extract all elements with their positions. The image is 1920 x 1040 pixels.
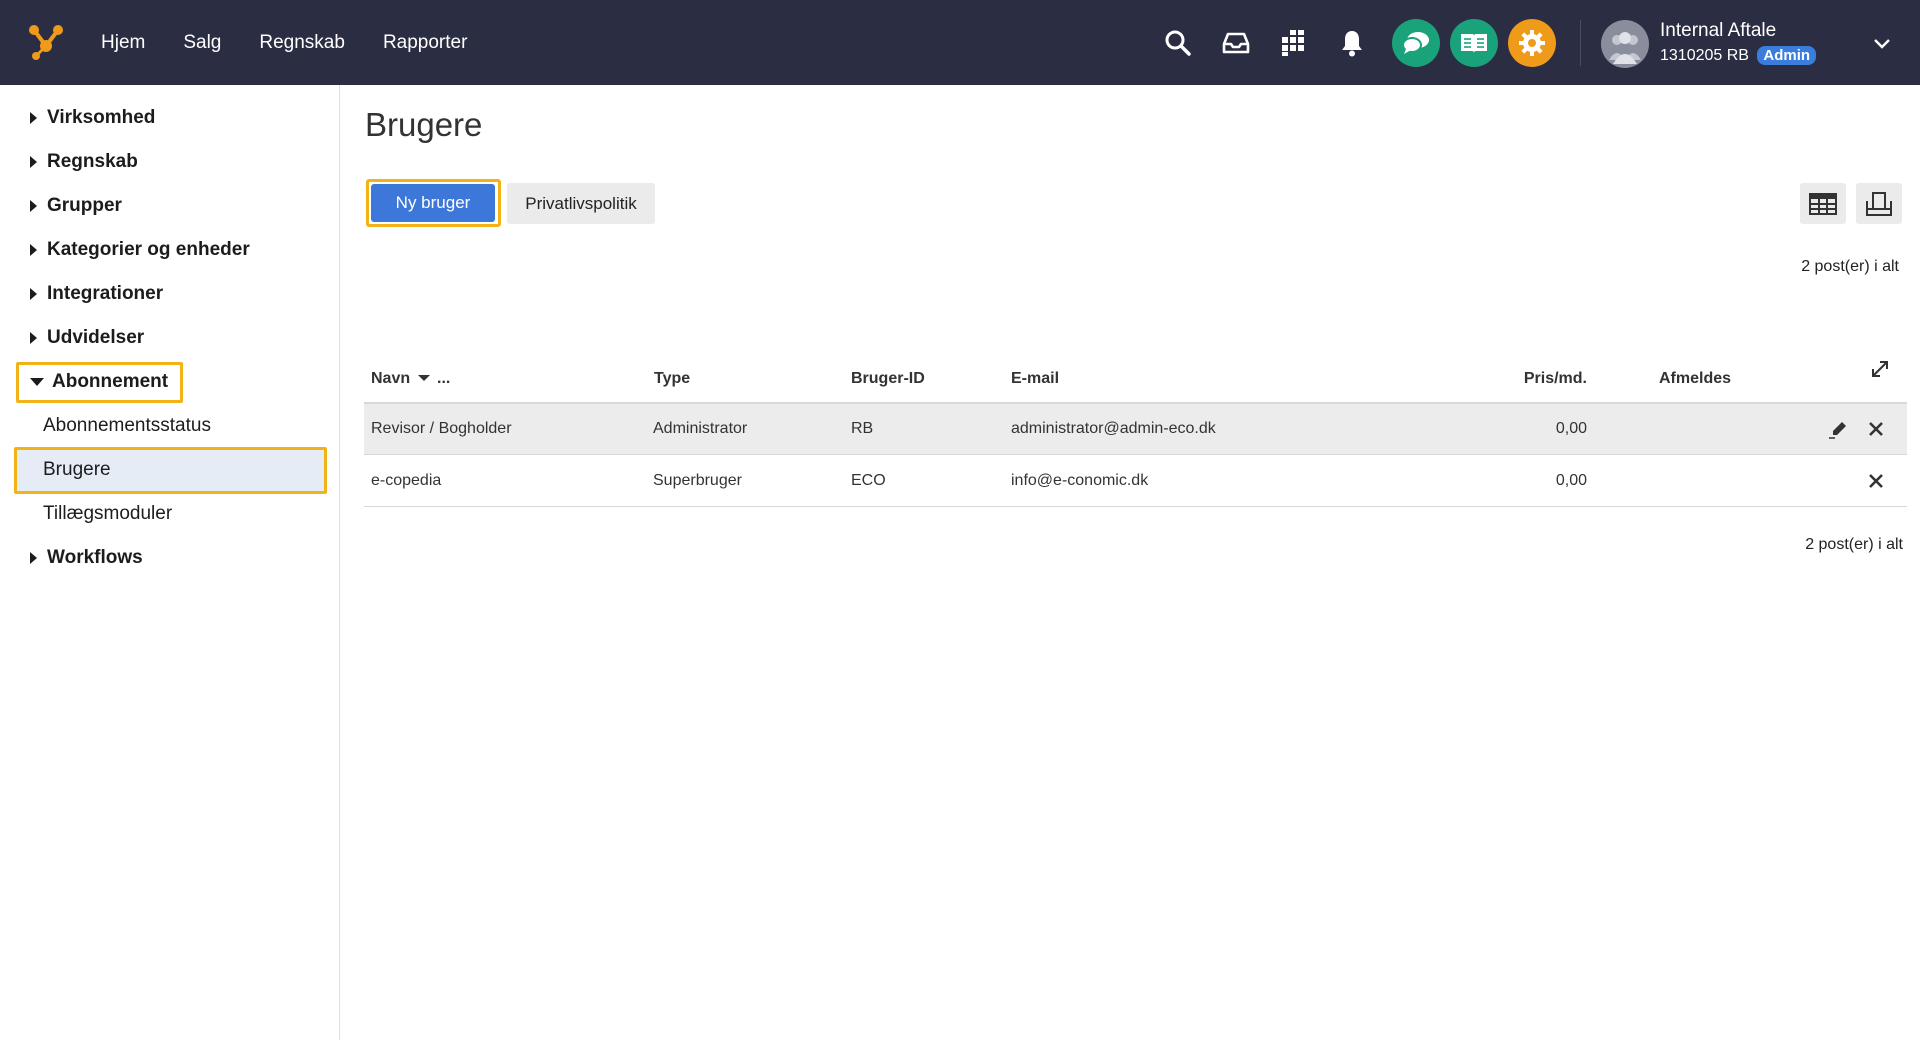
record-count-top: 2 post(er) i alt bbox=[1801, 258, 1899, 275]
app-logo-icon[interactable] bbox=[26, 22, 66, 62]
sidebar-item-label: Abonnement bbox=[52, 371, 169, 392]
caret-right-icon bbox=[30, 112, 37, 124]
caret-right-icon bbox=[30, 200, 37, 212]
gear-icon[interactable] bbox=[1508, 18, 1556, 67]
caret-right-icon bbox=[30, 552, 37, 564]
sidebar-item-label: Udvidelser bbox=[47, 327, 145, 348]
sidebar-item-grupper[interactable]: Grupper bbox=[30, 195, 122, 217]
sidebar-item-abonnement[interactable]: Abonnement bbox=[30, 371, 168, 393]
page-title: Brugere bbox=[365, 106, 483, 143]
cell-email: administrator@admin-eco.dk bbox=[1011, 420, 1216, 437]
sidebar-item-regnskab[interactable]: Regnskab bbox=[30, 151, 138, 173]
column-header-name-label: Navn bbox=[371, 370, 411, 387]
edit-icon[interactable] bbox=[1828, 418, 1850, 440]
sidebar-item-label: Workflows bbox=[47, 547, 143, 568]
inbox-icon[interactable] bbox=[1218, 25, 1254, 61]
sidebar-subitem-abonnementsstatus[interactable]: Abonnementsstatus bbox=[43, 415, 211, 437]
column-header-email[interactable]: E-mail bbox=[1011, 370, 1059, 388]
caret-right-icon bbox=[30, 288, 37, 300]
sidebar: Virksomhed Regnskab Grupper Kategorier o… bbox=[0, 85, 340, 1040]
sidebar-item-workflows[interactable]: Workflows bbox=[30, 547, 143, 569]
column-header-user-id[interactable]: Bruger-ID bbox=[851, 370, 925, 388]
expand-icon[interactable] bbox=[1869, 358, 1891, 385]
cell-name: Revisor / Bogholder bbox=[371, 420, 512, 437]
apps-icon[interactable] bbox=[1276, 25, 1312, 61]
privacy-policy-button[interactable]: Privatlivspolitik bbox=[507, 183, 655, 224]
record-count-bottom: 2 post(er) i alt bbox=[1805, 536, 1903, 553]
topbar-divider bbox=[1580, 20, 1581, 66]
column-header-price[interactable]: Pris/md. bbox=[1487, 370, 1587, 388]
sidebar-item-label: Grupper bbox=[47, 195, 122, 216]
bell-icon[interactable] bbox=[1334, 25, 1370, 61]
column-header-name[interactable]: Navn ... bbox=[371, 370, 450, 388]
table-view-icon[interactable] bbox=[1800, 183, 1846, 224]
top-bar: Hjem Salg Regnskab Rapporter Internal Af… bbox=[0, 0, 1920, 85]
chat-icon[interactable] bbox=[1392, 18, 1440, 67]
sidebar-item-kategorier[interactable]: Kategorier og enheder bbox=[30, 239, 250, 261]
sort-down-icon bbox=[417, 375, 430, 381]
nav-regnskab[interactable]: Regnskab bbox=[259, 32, 345, 54]
caret-down-icon bbox=[30, 378, 44, 386]
cell-user-id: ECO bbox=[851, 472, 886, 489]
chevron-down-icon[interactable] bbox=[1870, 32, 1894, 56]
nav-rapporter[interactable]: Rapporter bbox=[383, 32, 468, 54]
main-nav: Hjem Salg Regnskab Rapporter bbox=[86, 0, 505, 85]
user-id-text: 1310205 RB bbox=[1660, 47, 1749, 64]
sidebar-item-label: Kategorier og enheder bbox=[47, 239, 250, 260]
sidebar-subitem-brugere[interactable]: Brugere bbox=[43, 459, 111, 481]
book-icon[interactable] bbox=[1450, 18, 1498, 67]
cell-name: e-copedia bbox=[371, 472, 442, 489]
cell-price: 0,00 bbox=[1555, 420, 1587, 437]
user-name[interactable]: Internal Aftale bbox=[1660, 20, 1776, 42]
avatar[interactable] bbox=[1601, 20, 1649, 68]
cell-type: Superbruger bbox=[653, 472, 742, 489]
table-row[interactable]: e-copedia Superbruger ECO info@e-conomic… bbox=[364, 456, 1907, 507]
export-icon[interactable] bbox=[1856, 183, 1902, 224]
column-options-ellipsis[interactable]: ... bbox=[437, 370, 450, 387]
table-header: Navn ... Type Bruger-ID E-mail Pris/md. … bbox=[364, 361, 1907, 404]
sidebar-subitem-tillaegsmoduler[interactable]: Tillægsmoduler bbox=[43, 503, 172, 525]
cell-email: info@e-conomic.dk bbox=[1011, 472, 1149, 489]
cell-type: Administrator bbox=[653, 420, 748, 437]
new-user-button[interactable]: Ny bruger bbox=[371, 184, 495, 222]
user-id[interactable]: 1310205 RB Admin bbox=[1660, 46, 1817, 65]
caret-right-icon bbox=[30, 332, 37, 344]
sidebar-item-label: Integrationer bbox=[47, 283, 164, 304]
nav-salg[interactable]: Salg bbox=[183, 32, 221, 54]
column-header-unsubscribe[interactable]: Afmeldes bbox=[1659, 370, 1731, 388]
sidebar-item-integrationer[interactable]: Integrationer bbox=[30, 283, 163, 305]
admin-badge: Admin bbox=[1757, 46, 1817, 65]
sidebar-item-virksomhed[interactable]: Virksomhed bbox=[30, 107, 155, 129]
cell-user-id: RB bbox=[851, 420, 874, 437]
sidebar-item-label: Virksomhed bbox=[47, 107, 156, 128]
search-icon[interactable] bbox=[1160, 25, 1196, 61]
top-icons bbox=[1160, 0, 1566, 85]
cell-price: 0,00 bbox=[1555, 472, 1587, 489]
nav-hjem[interactable]: Hjem bbox=[101, 32, 145, 54]
delete-icon[interactable] bbox=[1865, 418, 1887, 440]
sidebar-item-udvidelser[interactable]: Udvidelser bbox=[30, 327, 144, 349]
column-header-type[interactable]: Type bbox=[654, 370, 690, 388]
table-row[interactable]: Revisor / Bogholder Administrator RB adm… bbox=[364, 404, 1907, 455]
delete-icon[interactable] bbox=[1865, 470, 1887, 492]
caret-right-icon bbox=[30, 156, 37, 168]
caret-right-icon bbox=[30, 244, 37, 256]
sidebar-item-label: Regnskab bbox=[47, 151, 138, 172]
